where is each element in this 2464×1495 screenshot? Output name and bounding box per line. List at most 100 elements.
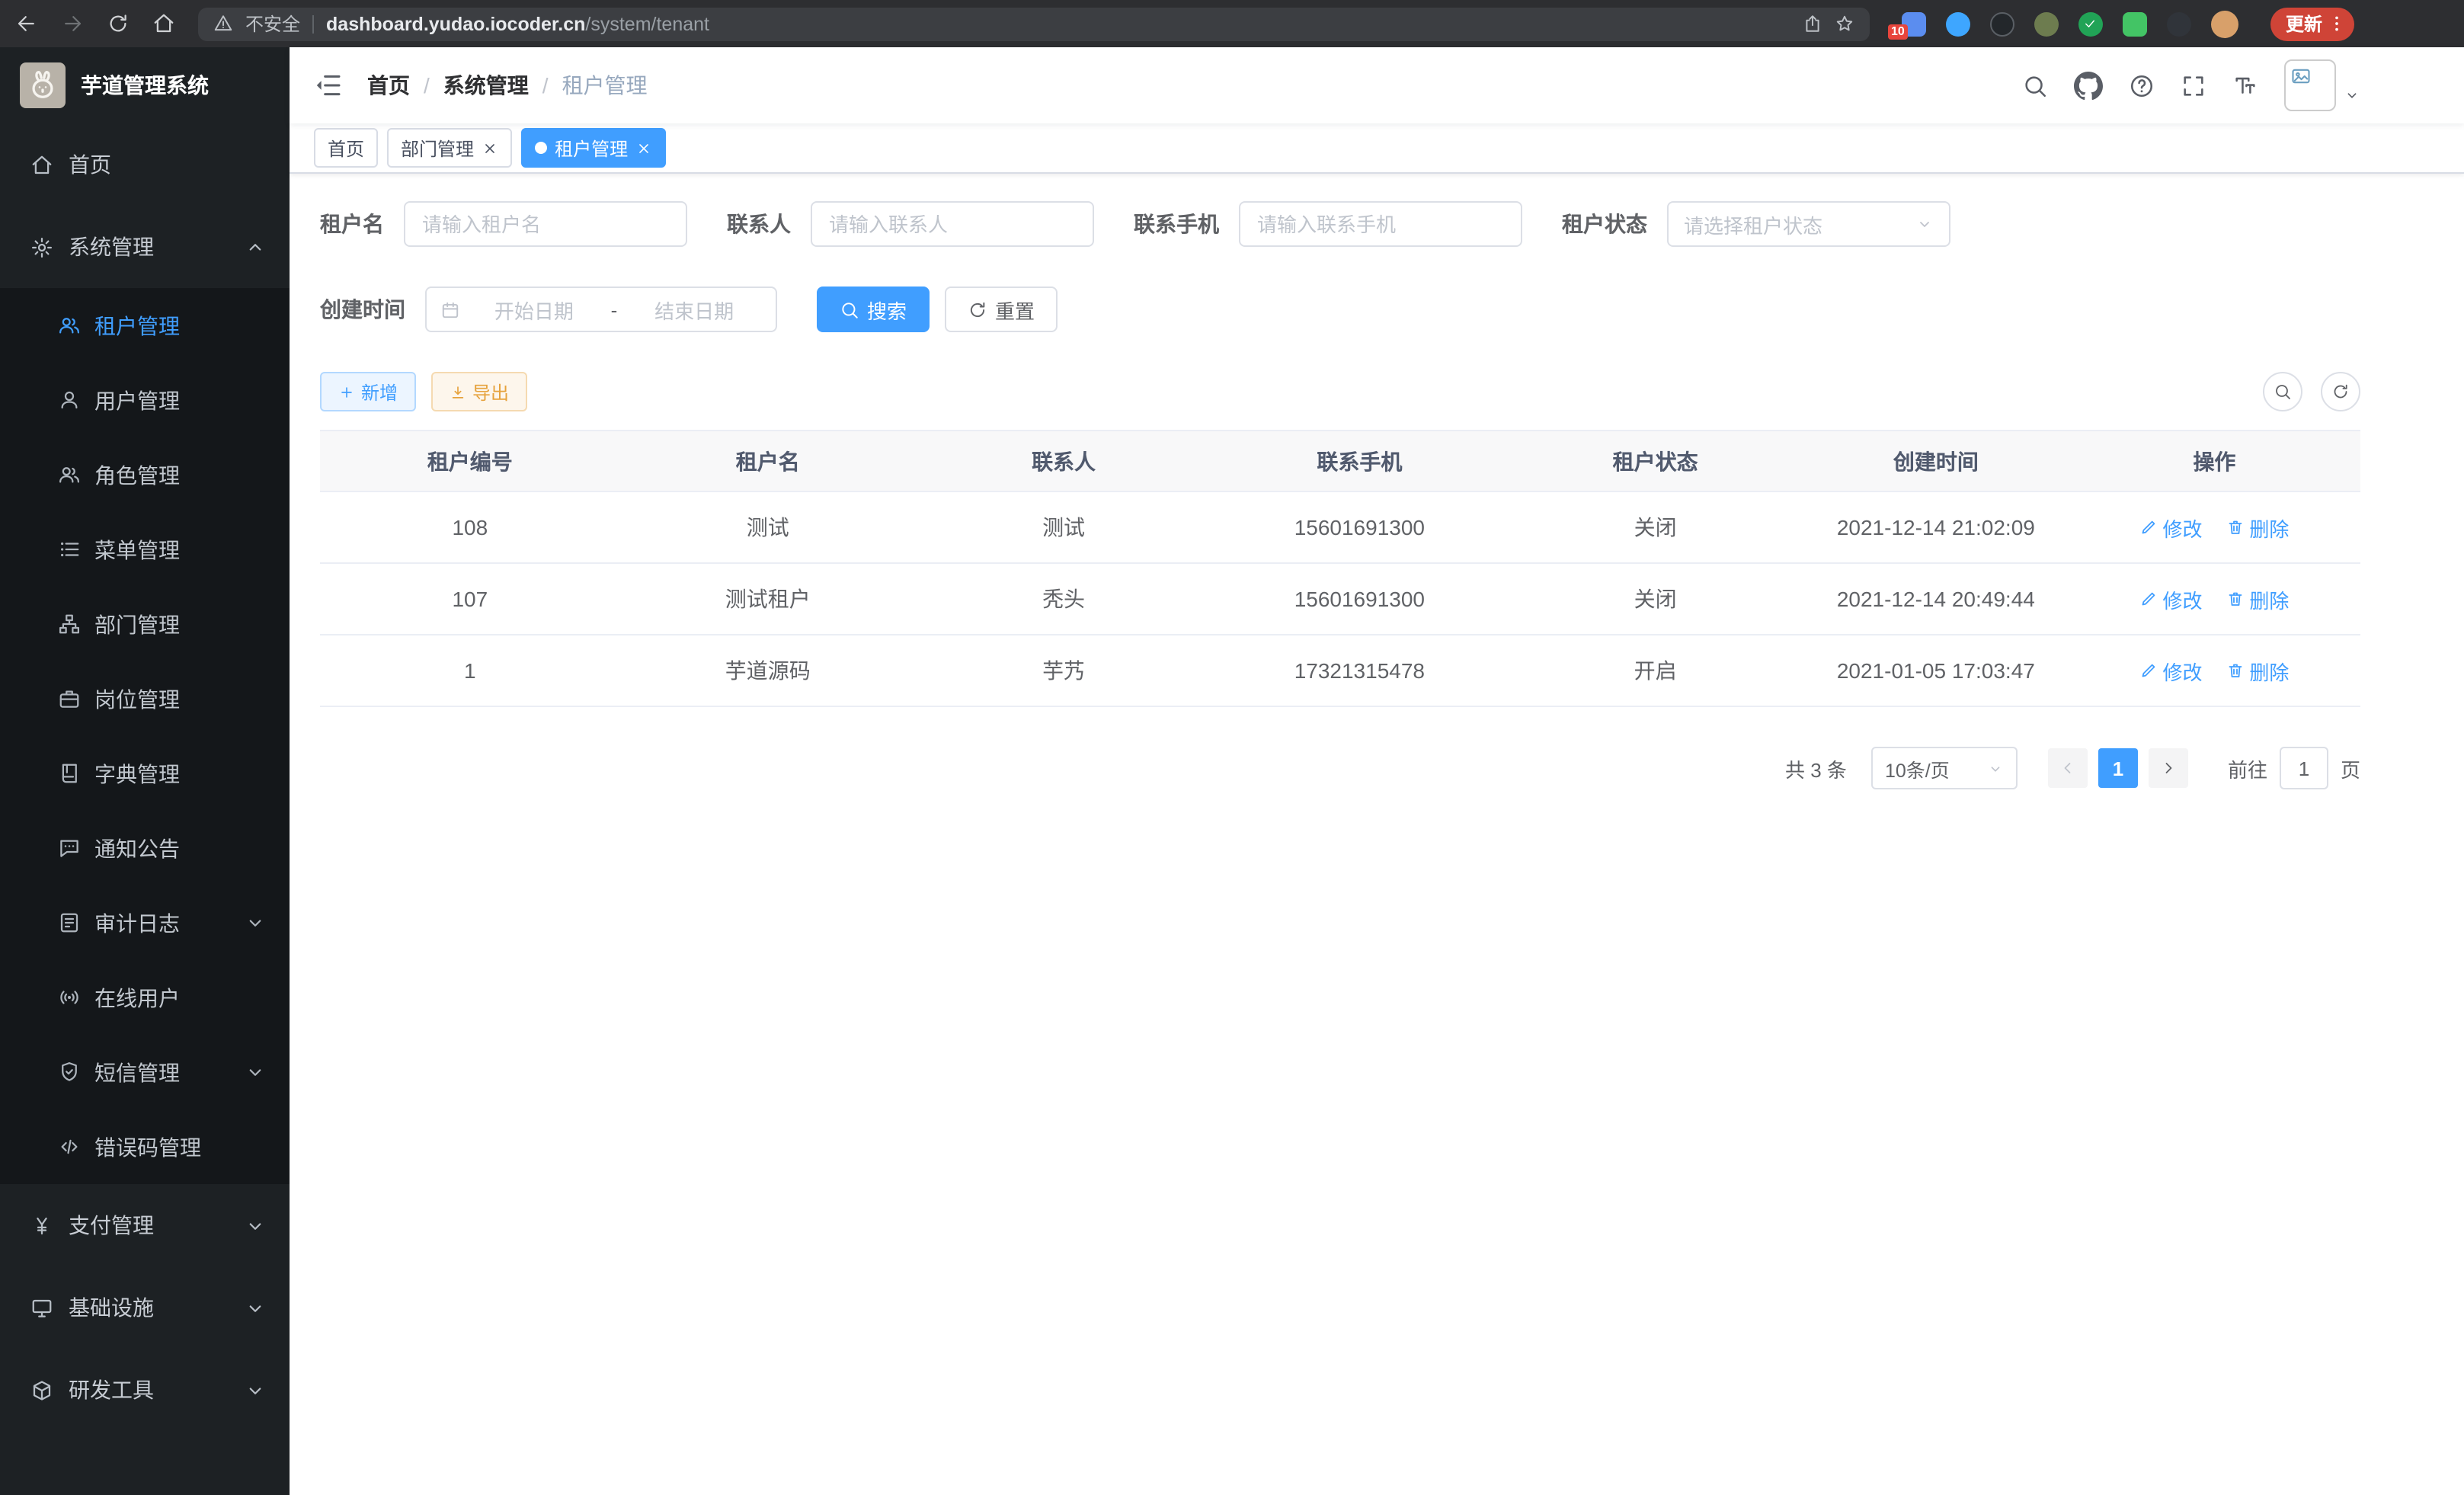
browser-home-icon[interactable]	[152, 12, 175, 35]
tab-dept-management[interactable]: 部门管理	[387, 128, 512, 168]
sidebar-item-home[interactable]: 首页	[0, 123, 290, 206]
extension-icon-2[interactable]	[1946, 11, 1970, 36]
header-search-icon[interactable]	[2022, 72, 2048, 98]
tab-home[interactable]: 首页	[314, 128, 378, 168]
phone-input[interactable]	[1239, 201, 1522, 247]
user-avatar-menu[interactable]	[2284, 59, 2360, 111]
browser-menu-dots-icon[interactable]	[2327, 14, 2347, 34]
delete-link[interactable]: 删除	[2226, 513, 2289, 542]
browser-forward-icon[interactable]	[61, 12, 84, 35]
export-button[interactable]: 导出	[431, 372, 527, 411]
browser-profile-avatar[interactable]	[2211, 10, 2238, 37]
extension-icon-1[interactable]: 10	[1902, 11, 1926, 36]
sidebar-item-payment-management[interactable]: 支付管理	[0, 1184, 290, 1266]
app-logo[interactable]: 芋道管理系统	[0, 47, 290, 123]
check-icon	[2084, 17, 2098, 30]
sidebar-item-infrastructure[interactable]: 基础设施	[0, 1266, 290, 1349]
bookmark-star-icon[interactable]	[1835, 14, 1854, 34]
delete-link[interactable]: 删除	[2226, 584, 2289, 613]
extension-icon-7[interactable]	[2167, 11, 2191, 36]
sidebar-item-system-management[interactable]: 系统管理	[0, 206, 290, 288]
pencil-icon	[2140, 590, 2158, 608]
edit-label: 修改	[2163, 656, 2203, 685]
goto-page-input[interactable]	[2280, 747, 2328, 789]
extension-icon-3[interactable]	[1990, 11, 2014, 36]
sidebar-item-user-management[interactable]: 用户管理	[0, 363, 290, 437]
security-label[interactable]: 不安全	[245, 11, 300, 37]
breadcrumb-section[interactable]: 系统管理	[443, 70, 529, 101]
page-size-select[interactable]: 10条/页	[1871, 747, 2018, 789]
cell-created: 2021-12-14 21:02:09	[1803, 491, 2069, 563]
sidebar-fold-icon[interactable]	[312, 70, 343, 101]
page-content: 租户名 联系人 联系手机 租户状态 请选择租户状态	[290, 174, 2464, 1495]
sidebar-item-sms-management[interactable]: 短信管理	[0, 1035, 290, 1109]
sidebar-item-role-management[interactable]: 角色管理	[0, 437, 290, 512]
omnibox-divider	[312, 14, 314, 33]
field-label: 租户状态	[1562, 209, 1647, 239]
broadcast-icon	[58, 986, 81, 1009]
help-icon[interactable]	[2129, 72, 2155, 98]
fullscreen-icon[interactable]	[2181, 72, 2206, 98]
tenant-name-input[interactable]	[404, 201, 687, 247]
breadcrumb-home[interactable]: 首页	[367, 70, 410, 101]
column-header-created: 创建时间	[1803, 431, 2069, 491]
refresh-table-button[interactable]	[2321, 372, 2360, 411]
caret-down-icon	[2344, 86, 2360, 103]
delete-link[interactable]: 删除	[2226, 656, 2289, 685]
sidebar-item-dept-management[interactable]: 部门管理	[0, 587, 290, 661]
close-icon[interactable]	[482, 139, 498, 156]
browser-back-icon[interactable]	[15, 12, 38, 35]
date-end-placeholder[interactable]: 结束日期	[626, 295, 762, 324]
sidebar-item-tenant-management[interactable]: 租户管理	[0, 288, 290, 363]
sidebar-item-menu-management[interactable]: 菜单管理	[0, 512, 290, 587]
next-page-button[interactable]	[2149, 748, 2188, 788]
status-select[interactable]: 请选择租户状态	[1667, 201, 1950, 247]
tab-label: 部门管理	[401, 135, 474, 161]
sidebar-item-online-users[interactable]: 在线用户	[0, 960, 290, 1035]
font-size-icon[interactable]	[2232, 72, 2258, 98]
current-page-button[interactable]: 1	[2098, 748, 2138, 788]
reset-button[interactable]: 重置	[945, 287, 1058, 332]
edit-link[interactable]: 修改	[2140, 513, 2203, 542]
column-header-phone: 联系手机	[1211, 431, 1507, 491]
sidebar-item-error-code-management[interactable]: 错误码管理	[0, 1109, 290, 1184]
update-label: 更新	[2286, 11, 2322, 37]
github-icon[interactable]	[2074, 71, 2103, 100]
filter-phone: 联系手机	[1134, 201, 1522, 247]
extension-icon-4[interactable]	[2034, 11, 2059, 36]
chevron-down-icon	[244, 1296, 267, 1319]
sidebar-item-dev-tools[interactable]: 研发工具	[0, 1349, 290, 1431]
sidebar-item-post-management[interactable]: 岗位管理	[0, 661, 290, 736]
cell-actions: 修改 删除	[2069, 635, 2360, 706]
url-bar[interactable]: 不安全 dashboard.yudao.iocoder.cn/system/te…	[198, 7, 1870, 40]
pencil-icon	[2140, 518, 2158, 536]
edit-label: 修改	[2163, 513, 2203, 542]
date-start-placeholder[interactable]: 开始日期	[466, 295, 602, 324]
sidebar-item-dict-management[interactable]: 字典管理	[0, 736, 290, 811]
navbar-right-menu	[2022, 59, 2360, 111]
tab-tenant-management[interactable]: 租户管理	[521, 128, 666, 168]
update-button[interactable]: 更新	[2270, 7, 2354, 40]
export-button-label: 导出	[472, 379, 509, 405]
extension-icon-6[interactable]	[2123, 11, 2147, 36]
search-button[interactable]: 搜索	[817, 287, 930, 332]
sidebar-item-notice[interactable]: 通知公告	[0, 811, 290, 885]
field-label: 创建时间	[320, 294, 405, 325]
prev-page-button[interactable]	[2048, 748, 2088, 788]
trash-icon	[2226, 590, 2245, 608]
sidebar-item-audit-log[interactable]: 审计日志	[0, 885, 290, 960]
extension-icon-5[interactable]	[2078, 11, 2103, 36]
share-icon[interactable]	[1803, 14, 1822, 34]
toggle-search-button[interactable]	[2263, 372, 2302, 411]
contact-input[interactable]	[811, 201, 1094, 247]
close-icon[interactable]	[635, 139, 652, 156]
date-range-picker[interactable]: 开始日期 - 结束日期	[425, 287, 777, 332]
column-header-tenant-id: 租户编号	[320, 431, 620, 491]
add-button[interactable]: 新增	[320, 372, 416, 411]
screen: 不安全 dashboard.yudao.iocoder.cn/system/te…	[0, 0, 2464, 1495]
download-icon	[450, 383, 466, 400]
cell-tenant-name: 测试	[620, 491, 916, 563]
browser-reload-icon[interactable]	[107, 12, 130, 35]
edit-link[interactable]: 修改	[2140, 584, 2203, 613]
edit-link[interactable]: 修改	[2140, 656, 2203, 685]
